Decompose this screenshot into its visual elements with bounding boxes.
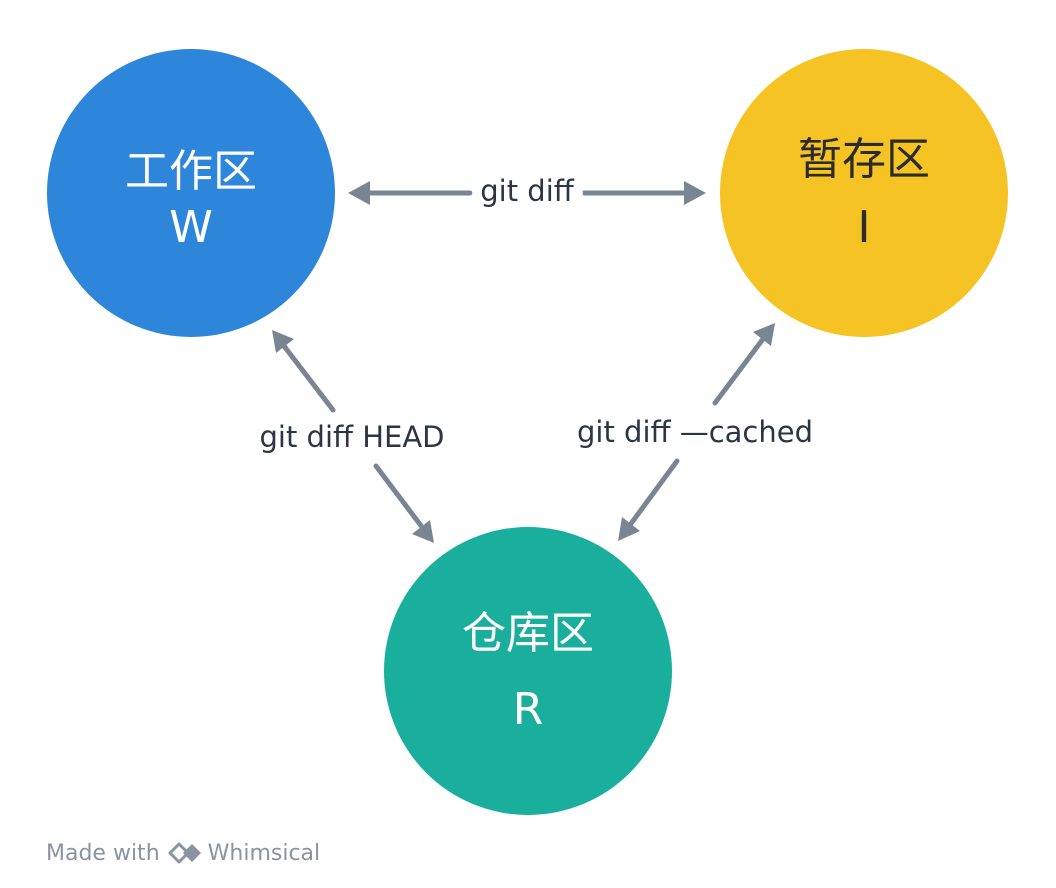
edge-working-repo-line-upper (281, 343, 336, 413)
node-staging[interactable]: 暂存区 I (720, 49, 1008, 337)
node-working[interactable]: 工作区 W (47, 49, 335, 337)
arrowhead-up-left-icon (272, 330, 294, 353)
node-repo-label: 仓库区 (462, 608, 594, 659)
watermark-prefix: Made with (46, 840, 160, 866)
whimsical-watermark[interactable]: Made with Whimsical (46, 838, 320, 868)
whimsical-logo-icon (168, 842, 201, 864)
edge-working-repo-label: git diff HEAD (259, 420, 444, 454)
node-staging-circle (720, 49, 1008, 337)
node-repo-letter: R (513, 684, 544, 735)
diagram-canvas: 工作区 W 暂存区 I 仓库区 R git diff git diff HEAD… (47, 49, 1008, 815)
node-repo-circle (384, 527, 672, 815)
node-working-label: 工作区 (125, 146, 257, 197)
edge-working-repo[interactable]: git diff HEAD (251, 330, 453, 543)
node-staging-letter: I (858, 202, 871, 253)
edge-working-repo-line-lower (373, 463, 425, 530)
arrowhead-down-left-icon (618, 517, 640, 541)
edge-staging-repo-line-upper (712, 336, 766, 406)
edge-working-staging[interactable]: git diff (348, 170, 706, 212)
arrowhead-down-right-icon (412, 520, 434, 543)
node-staging-label: 暂存区 (798, 134, 930, 185)
arrowhead-left-icon (348, 181, 370, 205)
edge-staging-repo-label: git diff —cached (577, 415, 813, 449)
watermark-brand: Whimsical (207, 840, 321, 866)
node-repo[interactable]: 仓库区 R (384, 527, 672, 815)
edge-staging-repo-line-lower (627, 458, 680, 528)
edge-working-staging-label: git diff (480, 174, 575, 208)
arrowhead-right-icon (684, 181, 706, 205)
edge-staging-repo[interactable]: git diff —cached (568, 323, 822, 541)
arrowhead-up-right-icon (753, 323, 775, 346)
node-working-letter: W (169, 202, 213, 253)
